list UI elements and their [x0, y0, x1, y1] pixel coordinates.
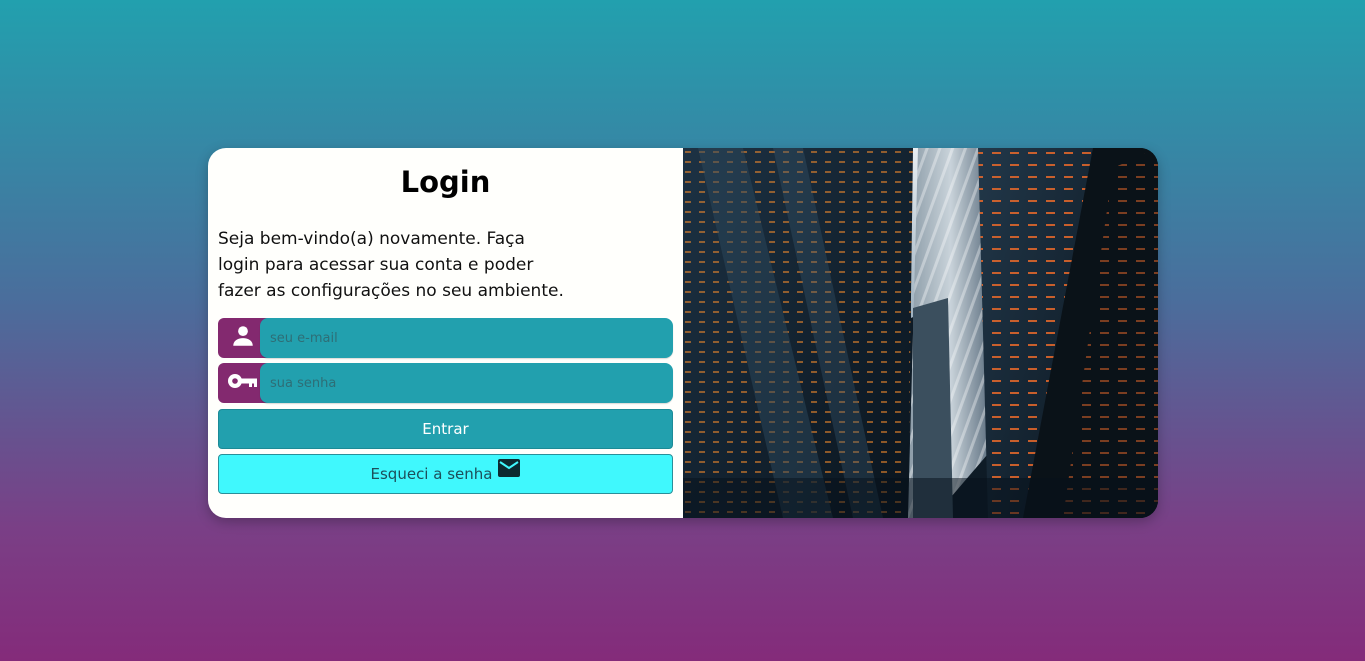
forgot-password-button[interactable]: Esqueci a senha — [218, 454, 673, 494]
forgot-password-label: Esqueci a senha — [370, 465, 493, 483]
password-field — [218, 363, 673, 403]
login-panel: Login Seja bem-vindo(a) novamente. Faça … — [208, 148, 683, 518]
password-input[interactable] — [260, 363, 673, 403]
login-card: Login Seja bem-vindo(a) novamente. Faça … — [208, 148, 1158, 518]
login-button[interactable]: Entrar — [218, 409, 673, 449]
person-icon — [230, 323, 256, 353]
email-field — [218, 318, 673, 358]
login-button-label: Entrar — [422, 420, 469, 438]
city-buildings-image — [683, 148, 1158, 518]
mail-icon — [498, 459, 521, 481]
key-icon — [227, 371, 259, 395]
page-title: Login — [400, 165, 491, 199]
welcome-text: Seja bem-vindo(a) novamente. Faça login … — [218, 229, 564, 301]
email-input[interactable] — [260, 318, 673, 358]
